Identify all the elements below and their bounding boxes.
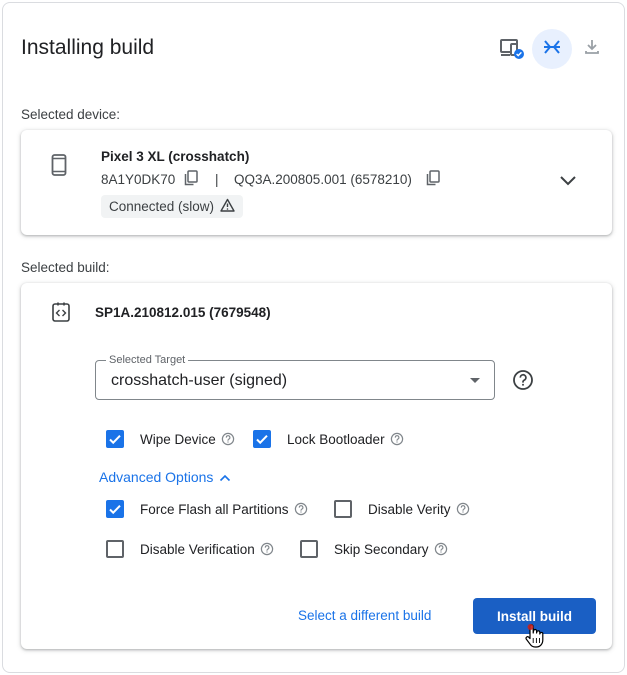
selected-device-label: Selected device: <box>21 107 121 122</box>
build-code-icon <box>51 301 71 328</box>
collapse-arrows-icon <box>541 36 563 63</box>
chevron-up-icon <box>219 469 231 485</box>
disable-verity-label: Disable Verity <box>368 501 451 517</box>
separator: | <box>215 172 219 187</box>
option-wipe-device[interactable]: Wipe Device <box>106 430 235 448</box>
install-panel: Installing build Selected device: Pixel … <box>2 2 625 673</box>
collapse-button[interactable] <box>532 29 572 69</box>
device-expand-button[interactable] <box>556 170 580 194</box>
option-disable-verity[interactable]: Disable Verity <box>334 500 470 518</box>
device-card: Pixel 3 XL (crosshatch) 8A1Y0DK70 | QQ3A… <box>21 130 612 235</box>
copy-serial-icon[interactable] <box>184 170 198 191</box>
help-icon[interactable] <box>221 432 235 446</box>
disable-verity-checkbox[interactable] <box>334 500 352 518</box>
lock-bootloader-label: Lock Bootloader <box>287 431 385 447</box>
device-serial: 8A1Y0DK70 <box>101 172 176 187</box>
device-name: Pixel 3 XL (crosshatch) <box>101 149 250 164</box>
status-badge: Connected (slow) <box>101 195 244 218</box>
selected-build-label: Selected build: <box>21 260 110 275</box>
force-flash-checkbox[interactable] <box>106 500 124 518</box>
advanced-options-label: Advanced Options <box>99 469 214 485</box>
dropdown-arrow-icon <box>470 378 480 383</box>
page-title: Installing build <box>21 36 155 59</box>
wipe-device-label: Wipe Device <box>140 431 216 447</box>
download-icon <box>582 37 602 62</box>
disable-verification-label: Disable Verification <box>140 541 255 557</box>
device-settings-icon <box>499 36 525 65</box>
target-select[interactable]: Selected Target crosshatch-user (signed) <box>95 353 495 400</box>
target-select-value: crosshatch-user (signed) <box>111 372 288 389</box>
wipe-device-checkbox[interactable] <box>106 430 124 448</box>
phone-icon <box>51 154 67 181</box>
help-icon[interactable] <box>456 502 470 516</box>
chevron-down-icon <box>559 173 577 191</box>
option-skip-secondary[interactable]: Skip Secondary <box>300 540 448 558</box>
help-icon[interactable] <box>390 432 404 446</box>
status-text: Connected (slow) <box>109 199 215 214</box>
device-settings-button[interactable] <box>492 30 532 70</box>
build-id: SP1A.210812.015 (7679548) <box>95 305 271 320</box>
help-icon[interactable] <box>260 542 274 556</box>
skip-secondary-checkbox[interactable] <box>300 540 318 558</box>
device-build: QQ3A.200805.001 (6578210) <box>234 172 412 187</box>
disable-verification-checkbox[interactable] <box>106 540 124 558</box>
copy-build-icon[interactable] <box>426 170 440 191</box>
warning-icon <box>220 198 235 215</box>
target-select-label: Selected Target <box>106 353 189 367</box>
skip-secondary-label: Skip Secondary <box>334 541 429 557</box>
option-force-flash[interactable]: Force Flash all Partitions <box>106 500 308 518</box>
select-different-build-button[interactable]: Select a different build <box>298 608 431 623</box>
lock-bootloader-checkbox[interactable] <box>253 430 271 448</box>
force-flash-label: Force Flash all Partitions <box>140 501 289 517</box>
help-icon[interactable] <box>434 542 448 556</box>
help-icon[interactable] <box>512 369 534 396</box>
advanced-options-toggle[interactable]: Advanced Options <box>99 469 231 485</box>
option-lock-bootloader[interactable]: Lock Bootloader <box>253 430 404 448</box>
hand-cursor-icon <box>524 623 546 654</box>
option-disable-verification[interactable]: Disable Verification <box>106 540 274 558</box>
download-button[interactable] <box>572 29 612 69</box>
build-card: SP1A.210812.015 (7679548) Selected Targe… <box>21 283 612 649</box>
help-icon[interactable] <box>294 502 308 516</box>
